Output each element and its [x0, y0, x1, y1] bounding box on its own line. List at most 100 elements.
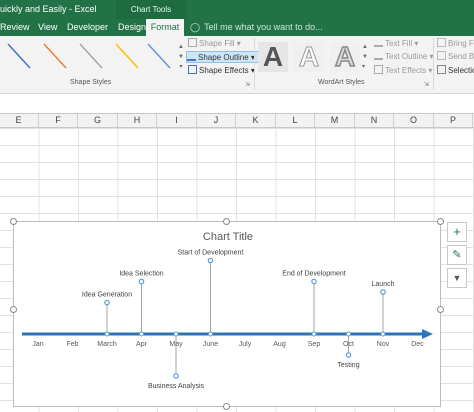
axis-marker — [208, 331, 213, 337]
shape-outline-label: Shape Outline — [198, 53, 249, 62]
dialog-launcher-icon[interactable]: ⇲ — [245, 81, 250, 88]
text-outline-button[interactable]: Text Outline ▾ — [374, 51, 434, 63]
column-header-j[interactable]: J — [197, 114, 237, 127]
chart-elements-button[interactable]: + — [447, 222, 467, 242]
tab-review[interactable]: Review — [0, 19, 30, 36]
axis-marker — [380, 331, 386, 337]
timeline-plot[interactable]: Idea Generation Idea Selection Business An… — [14, 222, 442, 408]
event-label[interactable]: End of Development — [282, 271, 345, 278]
send-backward-icon — [437, 51, 446, 60]
tab-view[interactable]: View — [38, 19, 57, 36]
event-label[interactable]: Testing — [337, 362, 359, 369]
ribbon: ▲ ▼ ▾ Shape Fill ▾ Shape Outline ▾ Shape E… — [0, 36, 474, 94]
column-header-k[interactable]: K — [236, 114, 276, 127]
event-label[interactable]: Launch — [372, 281, 395, 288]
line-style-icon — [79, 43, 103, 69]
column-header-h[interactable]: H — [118, 114, 158, 127]
column-header-o[interactable]: O — [394, 114, 434, 127]
text-outline-icon — [374, 51, 383, 60]
event-marker — [207, 257, 214, 264]
column-headers: EFGHIJKLMNOP — [0, 113, 474, 128]
wordart-scroll[interactable]: ▲ ▼ ▾ — [362, 42, 369, 72]
resize-handle[interactable] — [10, 218, 17, 225]
send-backward-button[interactable]: Send B — [437, 51, 474, 63]
shape-effects-icon — [188, 65, 197, 74]
month-tick-label: June — [203, 341, 218, 348]
event-label[interactable]: Idea Generation — [82, 292, 132, 299]
excel-window: uickly and Easily - Excel Chart Tools Re… — [0, 0, 474, 412]
shape-fill-label: Shape Fill — [199, 39, 235, 48]
wordart-style-1[interactable]: A — [258, 42, 288, 72]
shape-fill-button[interactable]: Shape Fill ▾ — [188, 38, 241, 50]
bring-forward-label: Bring F — [448, 39, 474, 48]
column-header-n[interactable]: N — [355, 114, 395, 127]
selection-pane-icon — [437, 65, 446, 74]
text-fill-icon — [374, 38, 383, 47]
axis-marker — [104, 331, 110, 337]
text-fill-button[interactable]: Text Fill ▾ — [374, 38, 418, 50]
chart-area[interactable]: Chart Title Idea Generation Idea Selectio… — [13, 221, 441, 407]
column-header-p[interactable]: P — [434, 114, 474, 127]
formula-area — [0, 95, 474, 113]
column-header-m[interactable]: M — [315, 114, 355, 127]
resize-handle[interactable] — [223, 403, 230, 410]
tell-me-placeholder: Tell me what you want to do... — [204, 22, 323, 32]
chart-styles-button[interactable]: ✎ — [447, 245, 467, 265]
event-label[interactable]: Idea Selection — [119, 271, 163, 278]
plus-icon: + — [453, 224, 461, 239]
shape-style-swatch[interactable] — [38, 40, 72, 72]
text-effects-button[interactable]: Text Effects ▾ — [374, 65, 432, 77]
wordart-style-2[interactable]: A — [294, 41, 324, 72]
column-header-e[interactable]: E — [0, 114, 39, 127]
tab-design[interactable]: Design — [118, 19, 146, 36]
column-header-l[interactable]: L — [276, 114, 316, 127]
month-tick-label: Apr — [136, 341, 148, 348]
line-style-icon — [147, 43, 171, 69]
lightbulb-icon: ◯ — [190, 22, 201, 32]
month-tick-label: Aug — [273, 341, 286, 348]
column-header-g[interactable]: G — [78, 114, 118, 127]
shape-style-swatch[interactable] — [110, 40, 144, 72]
selection-pane-label: Selectio — [448, 66, 474, 75]
month-tick-label: Dec — [411, 341, 424, 348]
shape-style-swatch[interactable] — [74, 40, 108, 72]
shape-outline-button[interactable]: Shape Outline ▾ — [186, 51, 259, 63]
shape-style-swatch[interactable] — [2, 40, 36, 72]
event-marker — [380, 289, 386, 295]
column-header-i[interactable]: I — [157, 114, 197, 127]
tell-me-box[interactable]: ◯ Tell me what you want to do... — [190, 19, 323, 36]
month-tick-label: Oct — [343, 341, 354, 348]
shape-style-swatch[interactable] — [142, 40, 176, 72]
month-tick-label: July — [239, 341, 252, 348]
event-label[interactable]: Start of Development — [178, 250, 244, 257]
selection-pane-button[interactable]: Selectio — [437, 65, 474, 77]
month-tick-label: Feb — [66, 341, 78, 348]
event-marker — [311, 278, 317, 285]
bring-forward-button[interactable]: Bring F — [437, 38, 474, 50]
axis-marker — [346, 331, 351, 337]
month-tick-label: Nov — [377, 341, 390, 348]
chart-tools-label: Chart Tools — [116, 0, 186, 19]
wordart-style-3[interactable]: A — [330, 41, 360, 72]
resize-handle[interactable] — [437, 306, 444, 313]
text-effects-label: Text Effects — [385, 66, 427, 75]
tab-developer[interactable]: Developer — [67, 19, 108, 36]
styles-scroll[interactable]: ▲ ▼ ▾ — [177, 42, 185, 72]
column-header-f[interactable]: F — [39, 114, 79, 127]
brush-icon: ✎ — [452, 249, 462, 261]
title-bar: uickly and Easily - Excel Chart Tools — [0, 0, 474, 19]
resize-handle[interactable] — [10, 306, 17, 313]
month-tick-label: March — [97, 341, 117, 348]
tab-format[interactable]: Format — [146, 19, 184, 36]
resize-handle[interactable] — [437, 218, 444, 225]
axis-marker — [139, 331, 144, 337]
chart-filters-button[interactable]: ▼ — [447, 268, 467, 288]
dialog-launcher-icon[interactable]: ⇲ — [424, 81, 429, 88]
shape-effects-button[interactable]: Shape Effects ▾ — [188, 65, 255, 77]
event-marker — [173, 373, 179, 379]
paint-bucket-icon — [188, 38, 197, 47]
resize-handle[interactable] — [223, 218, 230, 225]
month-tick-label: Sep — [308, 341, 321, 348]
axis-marker — [173, 331, 179, 337]
event-label[interactable]: Business Analysis — [148, 383, 205, 390]
